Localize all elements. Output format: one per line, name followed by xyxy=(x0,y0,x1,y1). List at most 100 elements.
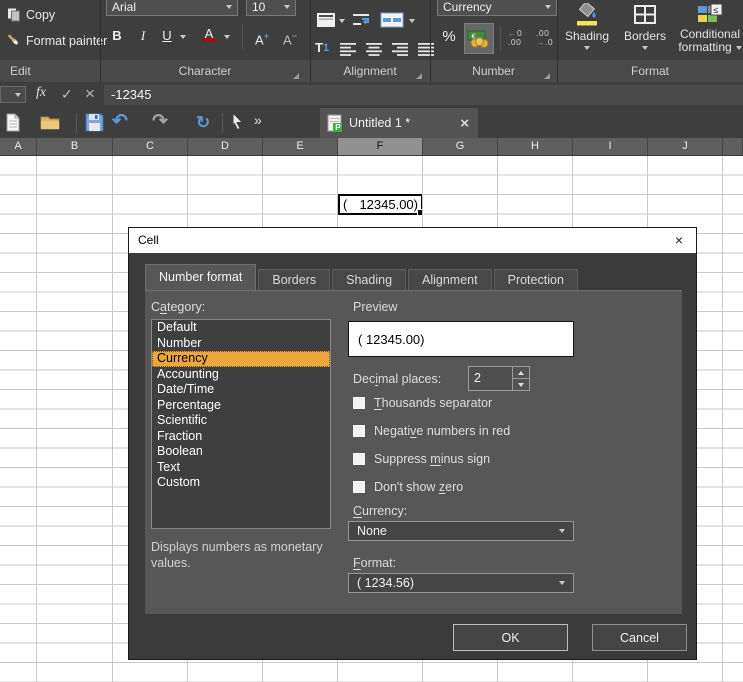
shading-button[interactable]: Shading xyxy=(560,3,614,50)
new-file-button[interactable] xyxy=(5,113,21,132)
font-size-combo[interactable]: 10 xyxy=(246,0,296,16)
checkbox[interactable] xyxy=(353,425,365,437)
refresh-icon[interactable]: ↻ xyxy=(196,110,210,136)
column-header-j[interactable]: J xyxy=(648,138,723,155)
cancel-entry-icon[interactable]: × xyxy=(85,84,95,104)
category-item-text[interactable]: Text xyxy=(152,460,330,476)
pointer-tool-button[interactable] xyxy=(230,112,244,131)
italic-button[interactable]: I xyxy=(134,26,152,46)
font-name-combo[interactable]: Arial xyxy=(106,0,238,16)
grow-font-button[interactable]: A+ xyxy=(250,26,274,46)
dialog-tab-number-format[interactable]: Number format xyxy=(145,264,256,290)
text-orientation-button[interactable]: T1 xyxy=(315,40,329,55)
document-tab-close-icon[interactable]: × xyxy=(460,116,469,131)
font-color-button[interactable]: A xyxy=(200,24,218,44)
checkbox[interactable] xyxy=(353,453,365,465)
category-list[interactable]: DefaultNumberCurrencyAccountingDate/Time… xyxy=(151,319,331,529)
wrap-text-icon xyxy=(352,13,372,27)
category-item-date-time[interactable]: Date/Time xyxy=(152,382,330,398)
open-file-button[interactable] xyxy=(40,114,60,131)
selected-cell[interactable]: ( 12345.00) xyxy=(338,194,423,215)
category-item-number[interactable]: Number xyxy=(152,336,330,352)
currency-label: Currency: xyxy=(353,504,407,518)
align-center-button[interactable] xyxy=(366,43,383,56)
save-button[interactable] xyxy=(85,113,104,132)
align-justify-button[interactable] xyxy=(418,43,435,56)
category-item-currency[interactable]: Currency xyxy=(152,351,330,367)
formula-input[interactable]: -12345 xyxy=(104,85,743,105)
column-header-d[interactable]: D xyxy=(188,138,263,155)
column-header-b[interactable]: B xyxy=(37,138,113,155)
currency-format-button[interactable]: € xyxy=(464,23,494,54)
format-label: Format: xyxy=(353,556,396,570)
decrease-decimals-button[interactable]: .00 →.0 xyxy=(536,29,553,47)
category-item-scientific[interactable]: Scientific xyxy=(152,413,330,429)
copy-button[interactable]: Copy xyxy=(7,8,55,22)
merge-cells-icon xyxy=(380,12,404,28)
category-item-percentage[interactable]: Percentage xyxy=(152,398,330,414)
borders-button[interactable]: Borders xyxy=(618,3,672,50)
category-item-accounting[interactable]: Accounting xyxy=(152,367,330,383)
cancel-button[interactable]: Cancel xyxy=(592,624,687,651)
vertical-align-chevron-icon[interactable] xyxy=(339,19,345,23)
align-left-button[interactable] xyxy=(340,43,357,56)
checkbox[interactable] xyxy=(353,481,365,493)
dialog-title-bar[interactable]: Cell × xyxy=(129,228,696,253)
alignment-dialog-launcher[interactable] xyxy=(416,73,422,79)
font-color-menu-chevron-icon[interactable] xyxy=(224,35,230,39)
dialog-tab-alignment[interactable]: Alignment xyxy=(408,269,492,290)
wrap-text-button[interactable] xyxy=(352,13,372,27)
decimal-places-value[interactable]: 2 xyxy=(469,367,512,390)
group-label-edit: Edit xyxy=(0,60,110,82)
open-folder-icon xyxy=(40,114,60,131)
undo-icon[interactable]: ↶ xyxy=(112,109,128,135)
redo-icon[interactable]: ↷ xyxy=(152,109,168,135)
decimal-places-spinner[interactable]: 2 xyxy=(468,366,530,391)
checkbox[interactable] xyxy=(353,397,365,409)
category-item-default[interactable]: Default xyxy=(152,320,330,336)
column-header-c[interactable]: C xyxy=(113,138,188,155)
format-painter-button[interactable]: Format painter xyxy=(7,34,107,48)
category-item-custom[interactable]: Custom xyxy=(152,475,330,491)
category-item-fraction[interactable]: Fraction xyxy=(152,429,330,445)
spinner-up-button[interactable] xyxy=(513,367,529,378)
dialog-tab-shading[interactable]: Shading xyxy=(332,269,406,290)
accept-entry-icon[interactable]: ✓ xyxy=(61,86,73,103)
category-item-boolean[interactable]: Boolean xyxy=(152,444,330,460)
column-header-g[interactable]: G xyxy=(423,138,498,155)
dialog-tab-borders[interactable]: Borders xyxy=(258,269,330,290)
ok-button[interactable]: OK xyxy=(453,624,568,651)
number-format-combo[interactable]: Currency xyxy=(437,0,557,16)
dialog-close-icon[interactable]: × xyxy=(662,228,696,253)
number-dialog-launcher[interactable] xyxy=(544,73,550,79)
merge-cells-button[interactable] xyxy=(380,12,404,28)
vertical-align-button[interactable] xyxy=(316,12,336,28)
character-dialog-launcher[interactable] xyxy=(293,73,299,79)
column-header-partial[interactable] xyxy=(723,138,743,155)
underline-menu-chevron-icon[interactable] xyxy=(180,35,186,39)
align-right-button[interactable] xyxy=(392,43,409,56)
increase-decimals-button[interactable]: ←0 .00 xyxy=(508,29,522,47)
shrink-font-button[interactable]: A− xyxy=(278,26,302,46)
dialog-tab-protection[interactable]: Protection xyxy=(494,269,578,290)
checkbox-label: Don't show zero xyxy=(374,480,463,494)
function-icon[interactable]: fx xyxy=(36,85,46,101)
name-box[interactable] xyxy=(0,86,26,103)
column-header-e[interactable]: E xyxy=(263,138,338,155)
currency-dropdown[interactable]: None xyxy=(348,521,574,541)
bold-button[interactable]: B xyxy=(108,26,126,46)
minus-icon: − xyxy=(292,31,297,41)
more-tools-icon[interactable]: » xyxy=(254,112,262,128)
document-tab[interactable]: P Untitled 1 * × xyxy=(320,108,478,138)
conditional-formatting-button[interactable]: ≤ Conditional formatting xyxy=(674,3,743,54)
format-dropdown[interactable]: ( 1234.56) xyxy=(348,573,574,593)
merge-cells-chevron-icon[interactable] xyxy=(409,19,415,23)
column-header-f[interactable]: F xyxy=(338,138,423,155)
spinner-down-button[interactable] xyxy=(513,378,529,390)
underline-button[interactable]: U xyxy=(158,26,176,46)
format-value: ( 1234.56) xyxy=(357,576,414,590)
percent-format-button[interactable]: % xyxy=(438,27,460,47)
column-header-h[interactable]: H xyxy=(498,138,573,155)
column-header-i[interactable]: I xyxy=(573,138,648,155)
column-header-a[interactable]: A xyxy=(0,138,37,155)
